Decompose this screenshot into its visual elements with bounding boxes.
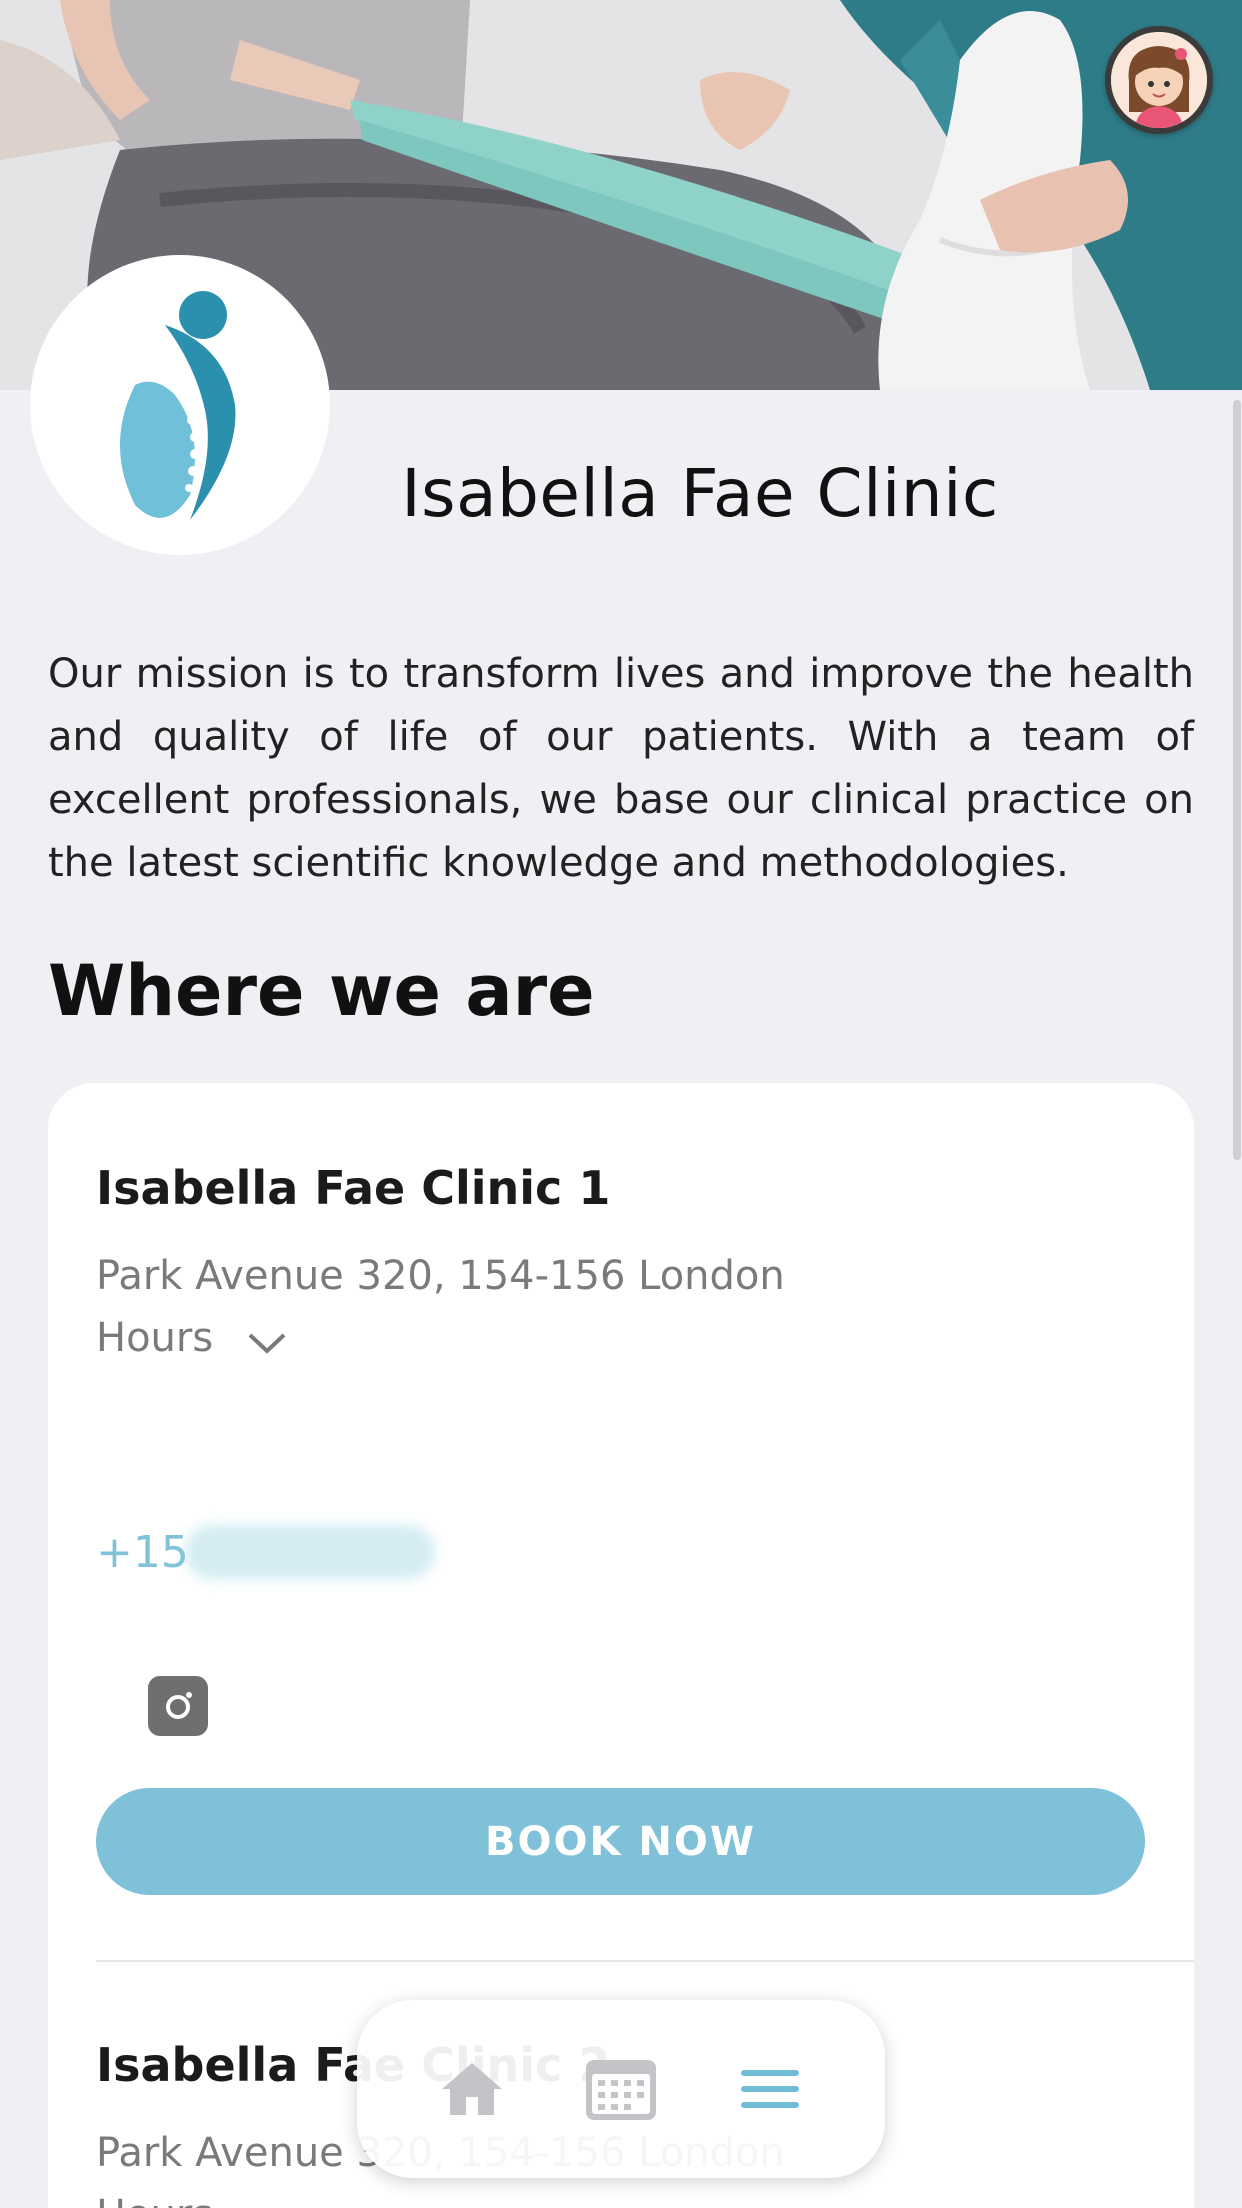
phone-number: +15 xyxy=(96,1526,189,1578)
hours-label: Hours xyxy=(96,1315,214,1361)
mission-text: Our mission is to transform lives and im… xyxy=(48,651,1194,886)
user-avatar-icon xyxy=(1111,32,1207,128)
where-we-are-heading: Where we are xyxy=(48,950,595,1032)
book-now-button[interactable]: BOOK NOW xyxy=(96,1788,1145,1895)
divider xyxy=(96,1960,1194,1962)
bottom-tab-bar xyxy=(357,2000,885,2178)
scrollbar[interactable] xyxy=(1233,400,1241,1160)
phone-redacted xyxy=(184,1525,435,1579)
hours-label: Hours xyxy=(96,2192,213,2208)
instagram-icon xyxy=(166,1692,192,1719)
app-screen: Isabella Fae Clinic Our mission is to tr… xyxy=(0,0,1242,2208)
clinic-name: Isabella Fae Clinic xyxy=(401,455,999,532)
home-icon xyxy=(441,2063,502,2115)
spine-logo-icon xyxy=(120,291,236,520)
hours-toggle[interactable]: Hours xyxy=(96,1315,287,1361)
phone-link[interactable]: +15 xyxy=(96,1525,435,1579)
menu-icon xyxy=(741,2070,800,2108)
hours-toggle[interactable]: Hours xyxy=(96,2192,213,2208)
tab-calendar[interactable] xyxy=(576,2044,666,2134)
tab-menu[interactable] xyxy=(725,2044,815,2134)
chevron-down-icon xyxy=(248,1333,286,1354)
instagram-link[interactable] xyxy=(148,1676,208,1736)
calendar-icon xyxy=(585,2060,656,2120)
location-name: Isabella Fae Clinic 1 xyxy=(96,1161,611,1215)
profile-avatar[interactable] xyxy=(1105,26,1213,134)
clinic-logo xyxy=(30,255,330,555)
tab-home[interactable] xyxy=(427,2044,517,2134)
location-address: Park Avenue 320, 154-156 London xyxy=(96,1253,785,1299)
